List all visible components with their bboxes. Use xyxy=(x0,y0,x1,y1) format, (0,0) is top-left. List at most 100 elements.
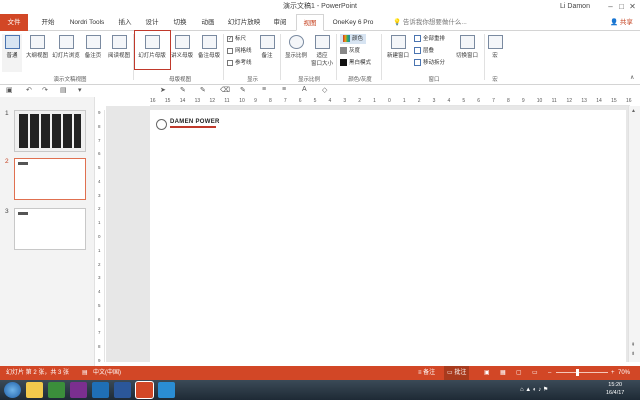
highlighter-icon[interactable]: ✎ xyxy=(200,86,206,94)
reading-view-button[interactable]: 阅读视图 xyxy=(106,34,132,72)
outline-view-label: 大纲视图 xyxy=(25,53,48,59)
notes-master-label: 备注母版 xyxy=(197,53,220,59)
move-split-button[interactable]: 移动拆分 xyxy=(414,58,445,68)
tab-insert[interactable]: 插入 xyxy=(114,14,136,31)
tab-review[interactable]: 审阅 xyxy=(268,14,292,31)
zoom-slider-thumb[interactable] xyxy=(576,369,579,376)
zoom-slider[interactable] xyxy=(556,369,608,376)
excel-icon[interactable] xyxy=(48,382,65,398)
notes-page-icon xyxy=(85,35,101,49)
tab-home[interactable]: 开始 xyxy=(36,14,60,31)
restore-icon[interactable]: □ xyxy=(617,2,626,11)
notes-status-button[interactable]: ≡ 备注 xyxy=(418,366,435,380)
collapse-ribbon-icon[interactable]: ∧ xyxy=(630,74,634,81)
arrange-all-button[interactable]: 全部重排 xyxy=(414,34,445,44)
language-indicator[interactable]: 中文(中国) xyxy=(93,366,121,380)
brand-title[interactable]: DAMEN POWER xyxy=(170,119,220,125)
slide-thumbnail-3[interactable] xyxy=(14,208,86,250)
macros-icon xyxy=(488,35,503,49)
gridlines-checkbox[interactable]: 网格线 xyxy=(227,46,252,56)
customize-qat-icon[interactable]: ▾ xyxy=(78,86,82,94)
reading-view-status-icon[interactable]: ▢ xyxy=(516,366,522,380)
current-slide[interactable] xyxy=(150,110,626,362)
onenote-icon[interactable] xyxy=(70,382,87,398)
new-window-icon xyxy=(390,35,406,49)
redo-icon[interactable]: ↷ xyxy=(42,86,48,94)
color-picker-icon[interactable]: ✎ xyxy=(240,86,246,94)
share-button[interactable]: 👤 共享 xyxy=(610,14,633,31)
align-left-icon[interactable]: ≡ xyxy=(262,86,266,93)
powerpoint-icon[interactable] xyxy=(135,381,154,399)
taskbar-clock[interactable]: 15:20 16/4/17 xyxy=(606,381,624,397)
grayscale-swatch-icon xyxy=(340,47,347,55)
slideshow-start-icon[interactable]: ▤ xyxy=(60,86,67,94)
tab-animations[interactable]: 动画 xyxy=(196,14,220,31)
zoom-level[interactable]: 70% xyxy=(618,366,630,380)
grayscale-button[interactable]: 灰度 xyxy=(340,46,360,56)
shape-icon[interactable]: ◇ xyxy=(322,86,327,94)
ruler-checkbox[interactable]: ✓ 标尺 xyxy=(227,34,246,44)
black-white-button[interactable]: 黑白模式 xyxy=(340,58,371,68)
tab-slideshow[interactable]: 幻灯片放映 xyxy=(224,14,264,31)
notes-page-button[interactable]: 备注页 xyxy=(82,34,104,72)
handout-master-button[interactable]: 讲义母版 xyxy=(169,34,195,72)
pen-icon[interactable]: ✎ xyxy=(180,86,186,94)
minimize-icon[interactable]: – xyxy=(606,2,615,11)
highlight-box xyxy=(134,30,171,70)
outline-view-button[interactable]: 大纲视图 xyxy=(24,34,50,72)
undo-icon[interactable]: ↶ xyxy=(26,86,32,94)
group-label-window: 窗口 xyxy=(428,77,440,83)
word-icon[interactable] xyxy=(114,382,131,398)
pointer-icon[interactable]: ➤ xyxy=(160,86,166,94)
tab-file[interactable]: 文件 xyxy=(0,14,28,31)
next-slide-icon[interactable]: ⇟ xyxy=(631,351,635,357)
notes-master-button[interactable]: 备注母版 xyxy=(196,34,222,72)
app-icon[interactable] xyxy=(158,382,175,398)
sorter-view-status-icon[interactable]: ▦ xyxy=(500,366,506,380)
guides-checkbox[interactable]: 参考线 xyxy=(227,58,252,68)
split-icon xyxy=(414,59,421,67)
ruler-tick-label: 5 xyxy=(313,98,317,104)
slide-number-3: 3 xyxy=(5,208,9,215)
cascade-button[interactable]: 层叠 xyxy=(414,46,434,56)
tab-onekey[interactable]: OneKey 6 Pro xyxy=(330,14,376,31)
slide-thumbnail-1[interactable] xyxy=(14,110,86,152)
align-center-icon[interactable]: ≡ xyxy=(282,86,286,93)
slide-thumbnail-2[interactable] xyxy=(14,158,86,200)
color-button[interactable]: 颜色 xyxy=(340,34,367,44)
outlook-icon[interactable] xyxy=(92,382,109,398)
zoom-out-icon[interactable]: – xyxy=(548,366,551,380)
user-name[interactable]: Li Damon xyxy=(560,0,590,14)
tell-me-search[interactable]: 💡 告诉我你想要做什么... xyxy=(393,14,467,31)
prev-slide-icon[interactable]: ⇞ xyxy=(631,342,635,348)
macros-button[interactable]: 宏 xyxy=(488,34,503,72)
tab-view[interactable]: 视图 xyxy=(296,14,324,31)
proofing-icon[interactable]: ▤ xyxy=(82,366,88,380)
slide-number-2: 2 xyxy=(5,158,9,165)
new-window-button[interactable]: 新建窗口 xyxy=(384,34,412,72)
explorer-icon[interactable] xyxy=(26,382,43,398)
slideshow-status-icon[interactable]: ▭ xyxy=(532,366,538,380)
comments-status-button[interactable]: ▭ 批注 xyxy=(444,366,470,380)
eraser-icon[interactable]: ⌫ xyxy=(220,86,230,94)
tab-design[interactable]: 设计 xyxy=(140,14,164,31)
switch-window-button[interactable]: 切换窗口 xyxy=(452,34,482,72)
tab-nordri-tools[interactable]: Nordri Tools xyxy=(64,14,110,31)
new-window-label: 新建窗口 xyxy=(386,53,409,59)
scroll-up-icon[interactable]: ▲ xyxy=(631,108,636,114)
notes-button[interactable]: 备注 xyxy=(257,34,277,72)
tab-transitions[interactable]: 切换 xyxy=(168,14,192,31)
fit-window-button[interactable]: 适应 窗口大小 xyxy=(309,34,335,72)
zoom-in-icon[interactable]: + xyxy=(611,366,615,380)
normal-view-button[interactable]: 普通 xyxy=(2,34,22,72)
vruler-tick-label: 7 xyxy=(98,330,101,336)
vertical-scrollbar[interactable]: ▲ ⇞ ⇟ xyxy=(628,106,640,362)
normal-view-status-icon[interactable]: ▣ xyxy=(484,366,490,380)
system-tray-icons[interactable]: ⌂ ▲ ◐ ♪ ⚑ xyxy=(520,386,548,393)
text-icon[interactable]: A xyxy=(302,86,307,93)
save-icon[interactable]: ▣ xyxy=(6,86,13,94)
slide-sorter-button[interactable]: 幻灯片浏览 xyxy=(52,34,80,72)
close-icon[interactable]: ✕ xyxy=(628,2,637,11)
zoom-button[interactable]: 显示比例 xyxy=(283,34,309,72)
start-button-icon[interactable] xyxy=(4,382,21,398)
